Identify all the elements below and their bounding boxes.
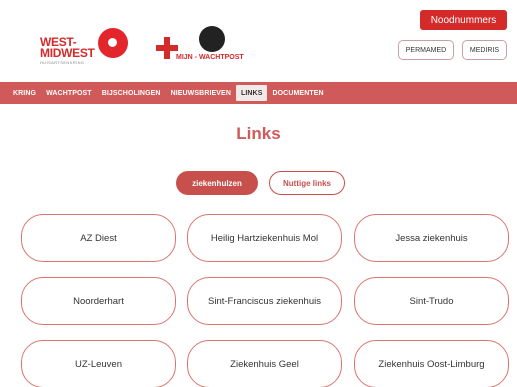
site-header: Noodnummers WEST- MIDWEST HUISARTSENKRIN…: [0, 0, 517, 82]
hospital-card-jessa[interactable]: Jessa ziekenhuis: [354, 214, 509, 262]
hospital-card-heilig-hart[interactable]: Heilig Hartziekenhuis Mol: [187, 214, 342, 262]
logo-sub: HUISARTSENKRING: [40, 60, 85, 65]
mijn-wachtpost-logo[interactable]: MIJN - WACHTPOST: [154, 26, 254, 66]
hospital-card-noorderhart[interactable]: Noorderhart: [21, 277, 176, 325]
hospital-card-oost-limburg[interactable]: Ziekenhuis Oost-Limburg: [354, 340, 509, 387]
hospital-card-geel[interactable]: Ziekenhuis Geel: [187, 340, 342, 387]
mediris-button[interactable]: MEDIRIS: [462, 40, 507, 60]
permamed-button[interactable]: PERMAMED: [398, 40, 454, 60]
hospital-card-az-diest[interactable]: AZ Diest: [21, 214, 176, 262]
tab-ziekenhulzen[interactable]: ziekenhulzen: [176, 171, 258, 195]
red-cross-bar: [156, 45, 178, 51]
page-title: Links: [236, 124, 281, 143]
nav-item-documenten[interactable]: DOCUMENTEN: [267, 85, 328, 101]
nav-item-kring[interactable]: KRING: [8, 85, 41, 101]
noodnummers-button[interactable]: Noodnummers: [420, 10, 507, 30]
main-content: Links ziekenhulzen Nuttige links AZ Dies…: [0, 104, 517, 387]
nav-item-links[interactable]: LINKS: [235, 85, 268, 101]
logo-line2: MIDWEST: [40, 46, 95, 60]
wachtpost-logo-text: MIJN - WACHTPOST: [176, 54, 244, 61]
hospital-card-uz-leuven[interactable]: UZ-Leuven: [21, 340, 176, 387]
logo-circle-icon: [98, 28, 128, 58]
main-nav: KRING WACHTPOST BIJSCHOLINGEN NIEUWSBRIE…: [0, 82, 517, 104]
doctor-silhouette-icon: [199, 26, 225, 52]
nav-item-nieuwsbrieven[interactable]: NIEUWSBRIEVEN: [166, 85, 236, 101]
west-midwest-logo[interactable]: WEST- MIDWEST HUISARTSENKRING: [38, 26, 138, 72]
nav-item-bijscholingen[interactable]: BIJSCHOLINGEN: [97, 85, 166, 101]
hospital-card-sint-franciscus[interactable]: Sint-Franciscus ziekenhuis: [187, 277, 342, 325]
nav-item-wachtpost[interactable]: WACHTPOST: [41, 85, 97, 101]
hospital-card-sint-trudo[interactable]: Sint-Trudo: [354, 277, 509, 325]
tab-nuttige-links[interactable]: Nuttige links: [269, 171, 345, 195]
